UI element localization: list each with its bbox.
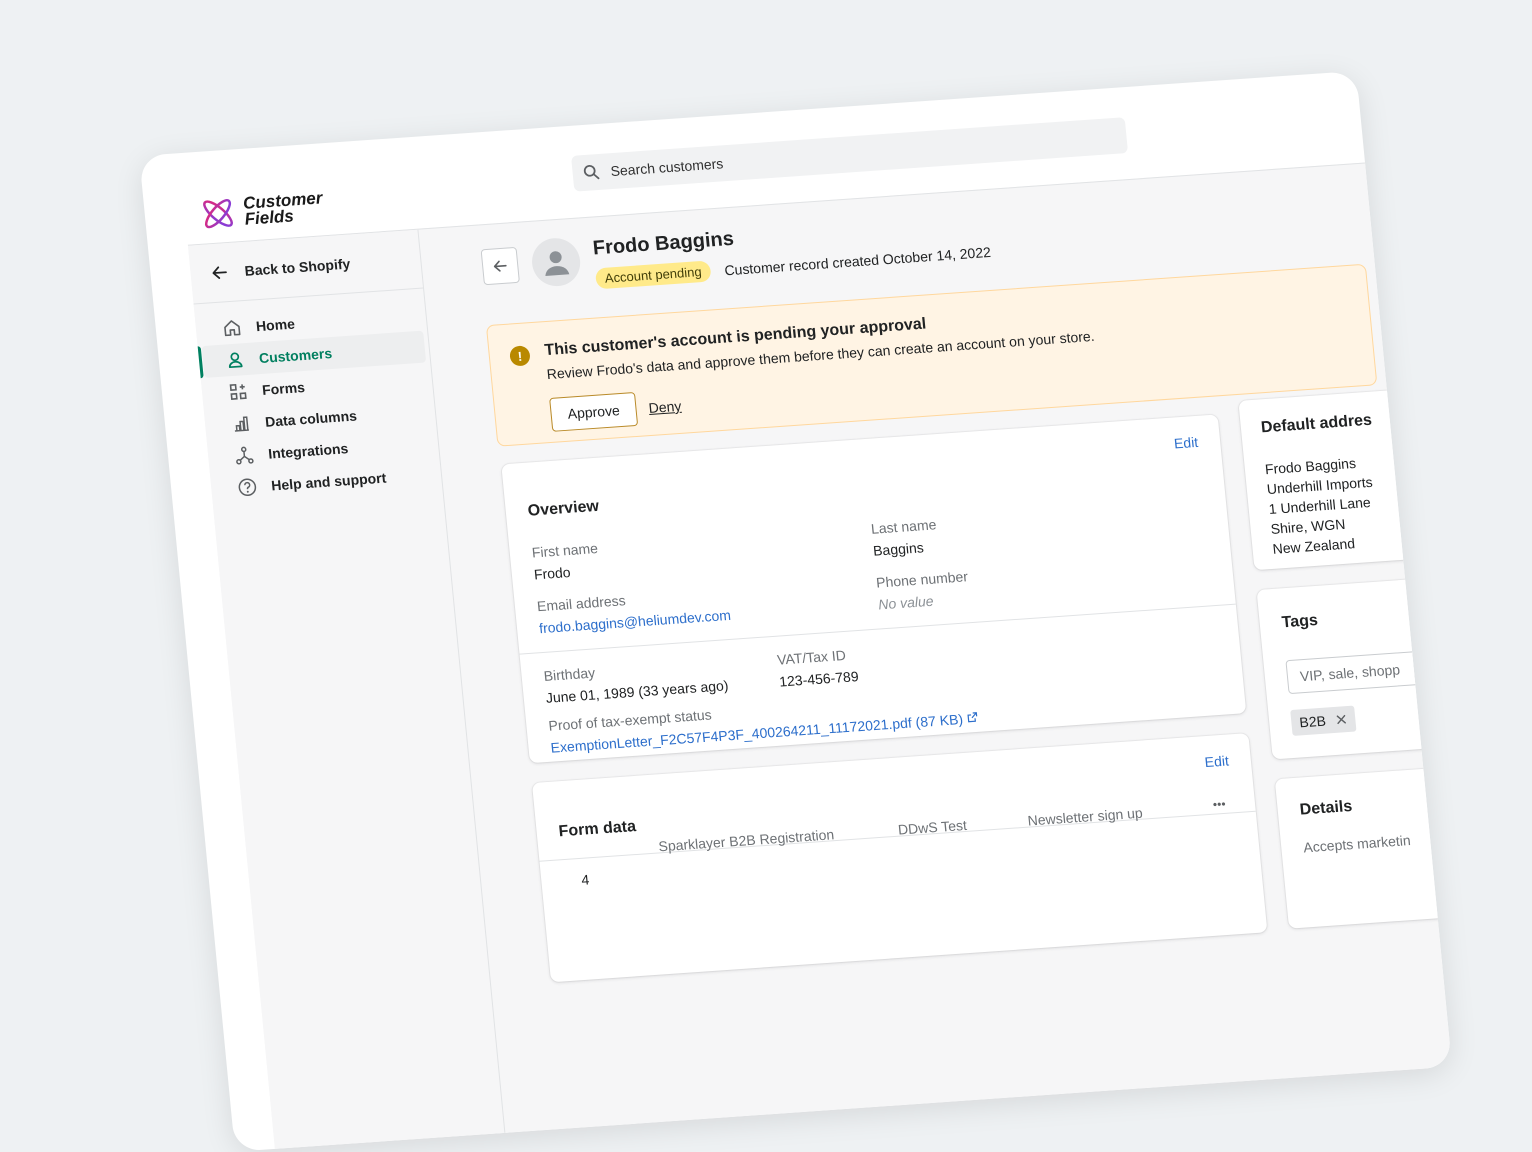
details-text: Accepts marketin: [1302, 832, 1412, 856]
back-to-shopify-label: Back to Shopify: [243, 255, 351, 279]
first-name-value: Frodo: [533, 563, 572, 583]
tag-chip: B2B: [1290, 705, 1357, 736]
app-body: Back to Shopify Home Customers Forms Dat…: [187, 162, 1453, 1149]
main-content: Frodo Baggins Account pending Customer r…: [418, 163, 1453, 1132]
tags-card: Tags B2B: [1256, 576, 1453, 760]
phone-field: Phone number No value: [875, 568, 970, 612]
form-data-edit-link[interactable]: Edit: [1204, 752, 1230, 770]
search-bar[interactable]: [570, 117, 1129, 192]
person-avatar-icon: [545, 251, 570, 276]
details-card: Details Accepts marketin: [1274, 765, 1453, 929]
form-data-count: 4: [580, 871, 590, 888]
banner-actions: Approve Deny: [549, 389, 683, 432]
arrow-left-icon: [212, 266, 227, 279]
external-link-icon: [967, 712, 978, 723]
sidebar-item-label: Home: [255, 315, 296, 335]
search-icon: [583, 164, 600, 180]
form-column-3: Newsletter sign up: [1026, 804, 1144, 829]
logo-line-2: Fields: [243, 206, 295, 229]
integration-icon: [236, 446, 254, 465]
default-address-title: Default addres: [1260, 411, 1373, 437]
sidebar-item-label: Customers: [258, 345, 333, 367]
home-icon: [224, 320, 241, 337]
vat-label: VAT/Tax ID: [776, 646, 847, 668]
overview-card: Edit Overview First name Frodo Last name…: [501, 414, 1247, 764]
form-data-divider: [539, 810, 1256, 862]
tags-title: Tags: [1280, 611, 1319, 632]
header-text: Frodo Baggins Account pending Customer r…: [592, 210, 992, 290]
sidebar-item-label: Help and support: [270, 469, 387, 494]
first-name-field: First name Frodo: [531, 540, 601, 582]
overview-title: Overview: [527, 497, 600, 520]
sidebar-item-label: Data columns: [264, 407, 358, 430]
close-icon[interactable]: [1335, 713, 1348, 726]
app-window: Customer Fields Back to Shopify Home: [139, 70, 1453, 1152]
avatar: [529, 236, 583, 288]
bar-chart-icon: [234, 416, 249, 432]
details-title: Details: [1299, 797, 1353, 819]
apps-icon: [229, 383, 247, 400]
vat-field: VAT/Tax ID 123-456-789: [776, 646, 860, 690]
phone-label: Phone number: [875, 568, 969, 591]
vat-value: 123-456-789: [778, 668, 860, 690]
app-window-perspective: Customer Fields Back to Shopify Home: [139, 70, 1453, 1152]
phone-value: No value: [877, 592, 935, 613]
tags-input[interactable]: [1285, 649, 1449, 695]
address-lines: Frodo Baggins Underhill Imports 1 Underh…: [1264, 452, 1379, 559]
tag-chip-label: B2B: [1298, 712, 1327, 731]
first-name-label: First name: [531, 539, 599, 561]
sidebar-item-label: Forms: [261, 379, 306, 398]
page-header: Frodo Baggins Account pending Customer r…: [480, 208, 992, 297]
last-name-label: Last name: [870, 516, 938, 537]
more-actions-button[interactable]: •••: [1212, 797, 1226, 812]
logo: Customer Fields: [198, 188, 325, 232]
arrow-left-icon: [493, 260, 507, 272]
last-name-value: Baggins: [872, 539, 925, 559]
form-data-title: Form data: [557, 818, 637, 841]
customer-fields-logo-icon: [203, 198, 233, 229]
sidebar-nav: Home Customers Forms Data columns Integr…: [194, 289, 443, 506]
person-icon: [228, 352, 243, 369]
form-column-2: DDwS Test: [897, 816, 968, 838]
sidebar-item-label: Integrations: [267, 440, 349, 462]
form-column-1: Sparklayer B2B Registration: [657, 826, 835, 855]
warning-icon: !: [509, 345, 531, 367]
form-data-card: Edit Form data 4 Sparklayer B2B Registra…: [531, 733, 1268, 983]
email-field: Email address frodo.baggins@heliumdev.co…: [536, 585, 731, 636]
status-badge: Account pending: [594, 260, 712, 290]
default-address-card: Default addres Frodo Baggins Underhill I…: [1238, 386, 1453, 571]
logo-text: Customer Fields: [242, 188, 324, 229]
overview-edit-link[interactable]: Edit: [1173, 434, 1199, 452]
back-button[interactable]: [480, 246, 520, 286]
deny-button[interactable]: Deny: [648, 398, 682, 416]
last-name-field: Last name Baggins: [870, 516, 939, 558]
birthday-field: Birthday June 01, 1989 (33 years ago): [543, 655, 729, 705]
approve-button[interactable]: Approve: [549, 391, 639, 432]
search-input[interactable]: [607, 128, 1093, 181]
question-circle-icon: [238, 478, 257, 496]
